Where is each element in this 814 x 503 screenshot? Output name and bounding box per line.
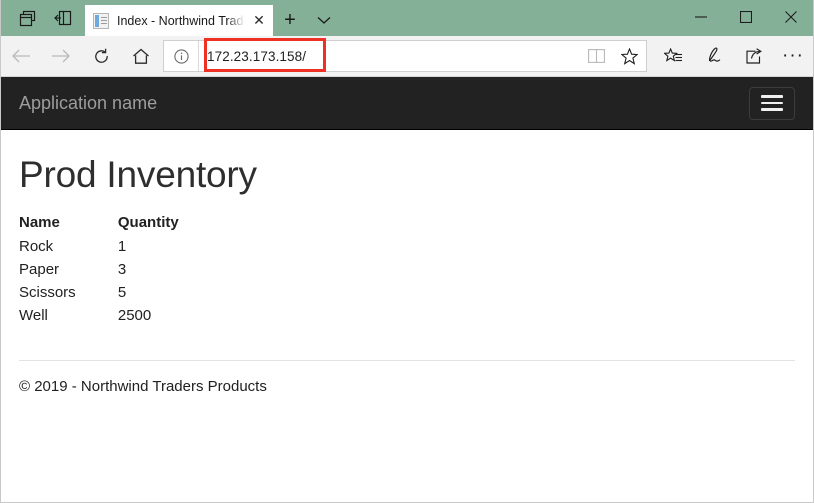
site-navbar: Application name: [1, 77, 813, 130]
table-header-row: Name Quantity: [19, 214, 179, 238]
back-button[interactable]: [1, 36, 41, 76]
cell-name: Paper: [19, 261, 60, 278]
cell-name: Scissors: [19, 284, 76, 301]
settings-dots: ···: [782, 45, 804, 66]
table-row: Well 2500: [19, 307, 179, 330]
address-bar-actions: [580, 41, 646, 71]
hamburger-menu-button[interactable]: [749, 86, 795, 120]
table-row: Rock 1: [19, 238, 179, 261]
web-note-pen-icon[interactable]: [693, 36, 733, 76]
new-tab-button[interactable]: +: [273, 5, 307, 36]
window-controls: [678, 0, 813, 33]
toolbar-right-actions: ···: [653, 36, 813, 76]
tab-close-icon[interactable]: ✕: [245, 7, 273, 35]
forward-button[interactable]: [41, 36, 81, 76]
tab-title: Index - Northwind Traders Products: [117, 13, 245, 28]
page-favicon: [93, 12, 109, 29]
site-info-icon[interactable]: [164, 48, 198, 64]
table-row: Paper 3: [19, 261, 179, 284]
browser-tab[interactable]: Index - Northwind Traders Products ✕: [85, 5, 273, 36]
address-bar[interactable]: 172.23.173.158/: [163, 40, 647, 72]
home-button[interactable]: [121, 36, 161, 76]
cell-name: Well: [19, 307, 48, 324]
column-header-name: Name: [19, 214, 60, 231]
maximize-button[interactable]: [723, 0, 768, 33]
table-row: Scissors 5: [19, 284, 179, 307]
inventory-table: Name Quantity Rock 1 Paper 3 Scissors 5 …: [19, 214, 179, 330]
table-head: Name Quantity: [19, 214, 179, 238]
page-title: Prod Inventory: [19, 154, 257, 195]
settings-more-icon[interactable]: ···: [773, 36, 813, 76]
page-content: Application name Prod Inventory Name Qua…: [1, 77, 813, 502]
column-header-quantity: Quantity: [117, 214, 179, 231]
browser-window: Index - Northwind Traders Products ✕ +: [0, 0, 814, 503]
brand-name[interactable]: Application name: [19, 93, 157, 114]
hub-favorites-icon[interactable]: [653, 36, 693, 76]
minimize-button[interactable]: [678, 0, 723, 33]
main-content: Prod Inventory Name Quantity Rock 1 Pape…: [1, 154, 813, 395]
title-bar: Index - Northwind Traders Products ✕ +: [1, 0, 813, 36]
browser-toolbar: 172.23.173.158/ ···: [1, 36, 813, 77]
cell-name: Rock: [19, 238, 54, 255]
footer-text: © 2019 - Northwind Traders Products: [19, 378, 267, 395]
refresh-button[interactable]: [81, 36, 121, 76]
close-button[interactable]: [768, 0, 813, 33]
table-body: Rock 1 Paper 3 Scissors 5 Well 2500: [19, 238, 179, 330]
favorite-star-icon[interactable]: [613, 41, 646, 71]
cell-quantity: 5: [117, 284, 127, 301]
cell-quantity: 1: [117, 238, 127, 255]
cell-quantity: 2500: [117, 307, 152, 324]
cell-quantity: 3: [117, 261, 127, 278]
hamburger-bar-2: [761, 101, 783, 105]
reading-view-icon[interactable]: [580, 41, 613, 71]
hamburger-bar-3: [761, 108, 783, 111]
tab-preview-icon[interactable]: [9, 3, 45, 33]
set-aside-tabs-icon[interactable]: [45, 3, 81, 33]
chevron-down-icon[interactable]: [307, 5, 341, 36]
hamburger-bar-1: [761, 95, 783, 98]
url-input[interactable]: 172.23.173.158/: [198, 41, 580, 71]
url-text: 172.23.173.158/: [207, 48, 307, 64]
share-icon[interactable]: [733, 36, 773, 76]
titlebar-left-icons: [1, 0, 81, 36]
